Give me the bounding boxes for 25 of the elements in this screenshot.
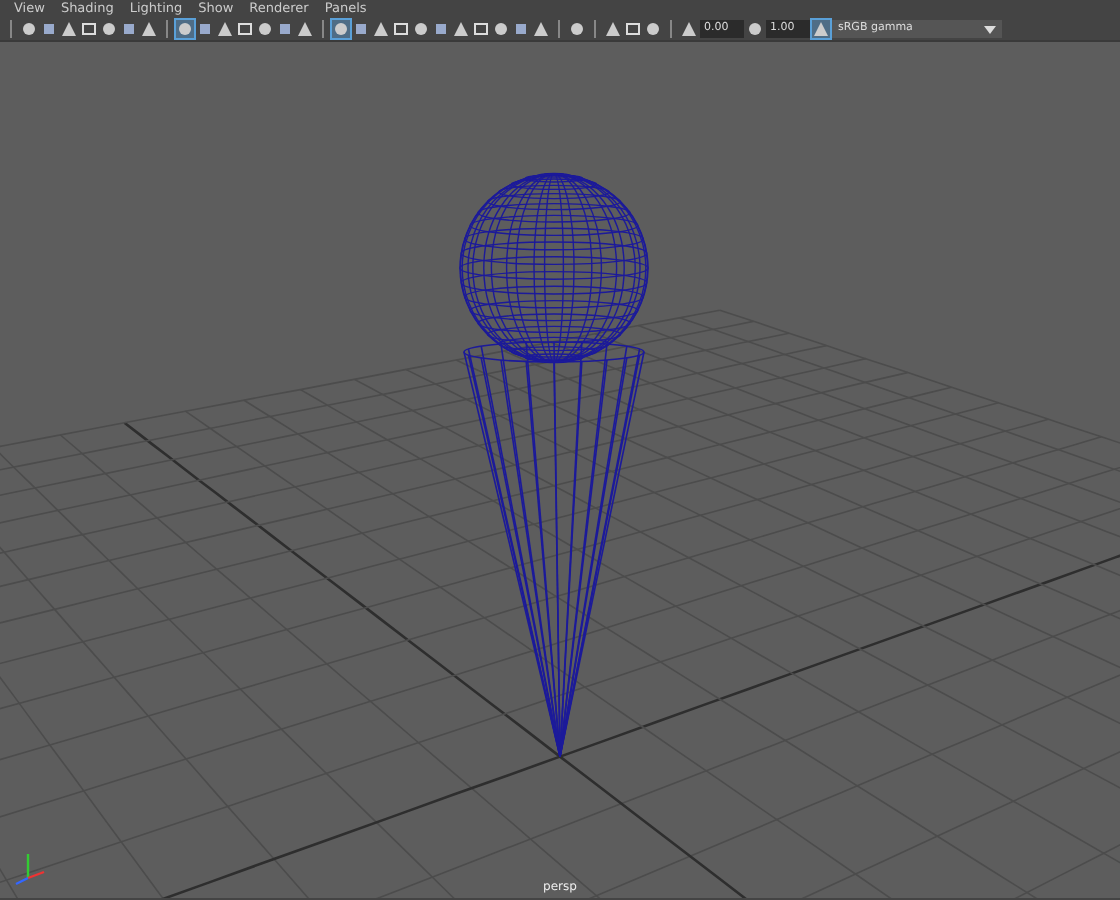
tool-icon[interactable]: [644, 20, 662, 38]
tool-icon[interactable]: [332, 20, 350, 38]
tool-icon[interactable]: [196, 20, 214, 38]
tool-icon[interactable]: [492, 20, 510, 38]
tool-icon[interactable]: [176, 20, 194, 38]
tool-icon[interactable]: [40, 20, 58, 38]
tool-icon[interactable]: [392, 20, 410, 38]
tool-icon[interactable]: [624, 20, 642, 38]
tool-icon[interactable]: [568, 20, 586, 38]
tool-icon[interactable]: [512, 20, 530, 38]
tool-icon[interactable]: [432, 20, 450, 38]
tool-icon[interactable]: [412, 20, 430, 38]
tool-icon[interactable]: [120, 20, 138, 38]
tool-icon[interactable]: [472, 20, 490, 38]
axis-gizmo-icon: [15, 854, 45, 886]
tool-icon[interactable]: [352, 20, 370, 38]
tool-icon[interactable]: [746, 20, 764, 38]
tool-icon[interactable]: [236, 20, 254, 38]
caret-icon: [984, 25, 996, 33]
tool-icon[interactable]: [80, 20, 98, 38]
tool-icon[interactable]: [100, 20, 118, 38]
tool-icon[interactable]: [20, 20, 38, 38]
tool-icon[interactable]: [256, 20, 274, 38]
tool-icon[interactable]: [276, 20, 294, 38]
tool-icon[interactable]: [812, 20, 830, 38]
